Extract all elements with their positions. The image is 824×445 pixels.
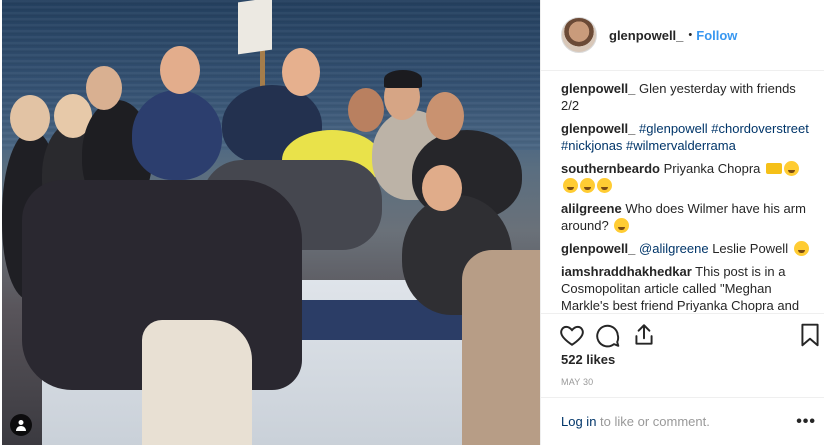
action-bar [541, 313, 824, 353]
thinking-emoji-icon [614, 218, 630, 233]
comment-mention[interactable]: @alilgreene [635, 241, 709, 256]
avatar[interactable] [561, 17, 597, 53]
comment-username[interactable]: southernbeardo [561, 161, 660, 176]
comment-text: Priyanka Chopra [659, 161, 765, 176]
comment-hashtags: glenpowell_ #glenpowell #chordoverstreet… [561, 120, 813, 154]
person-4-head [160, 46, 200, 94]
person-3-head [86, 66, 122, 110]
person-7-cap [384, 70, 422, 88]
crown-emoji-icon [766, 163, 783, 174]
person-6-head [348, 88, 384, 132]
astonished-emoji-icon [580, 178, 595, 193]
comment-username[interactable]: alilgreene [561, 201, 622, 216]
comment-icon[interactable] [595, 322, 621, 348]
heart-icon[interactable] [559, 322, 585, 348]
tan-throw [462, 250, 540, 445]
comment-item: iamshraddhakhedkar This post is in a Cos… [561, 263, 813, 312]
comment-username[interactable]: iamshraddhakhedkar [561, 264, 692, 279]
astonished-emoji-icon [563, 178, 578, 193]
header-username[interactable]: glenpowell_ [609, 28, 683, 43]
knit-blanket [142, 320, 252, 445]
follow-button[interactable]: Follow [696, 28, 737, 43]
more-options-icon[interactable]: ••• [796, 413, 816, 431]
login-prompt-text: to like or comment. [596, 414, 710, 429]
comment-caption: glenpowell_ Glen yesterday with friends … [561, 80, 813, 114]
share-icon[interactable] [631, 322, 657, 348]
post-photo[interactable] [2, 0, 540, 445]
comment-text: Leslie Powell [708, 241, 792, 256]
comment-item: alilgreene Who does Wilmer have his arm … [561, 200, 813, 234]
person-5-head [282, 48, 320, 96]
person-1-head [10, 95, 50, 141]
login-link[interactable]: Log in [561, 414, 596, 429]
follow-separator: • [688, 29, 693, 41]
comment-username[interactable]: glenpowell_ [561, 81, 635, 96]
likes-count[interactable]: 522 likes [561, 352, 615, 367]
comment-item: glenpowell_ @alilgreene Leslie Powell [561, 240, 813, 257]
person-icon [16, 420, 26, 431]
flag [238, 0, 272, 55]
bookmark-icon[interactable] [797, 322, 823, 348]
astonished-emoji-icon [597, 178, 612, 193]
comment-username[interactable]: glenpowell_ [561, 121, 635, 136]
person-9-head [422, 165, 462, 211]
comments-list[interactable]: glenpowell_ Glen yesterday with friends … [561, 80, 813, 312]
post-header: glenpowell_ • Follow [541, 0, 824, 71]
user-tag-button[interactable] [10, 414, 32, 436]
comment-username[interactable]: glenpowell_ [561, 241, 635, 256]
person-8-head [426, 92, 464, 140]
post-side-panel: glenpowell_ • Follow glenpowell_ Glen ye… [540, 0, 824, 445]
astonished-emoji-icon [784, 161, 800, 176]
comment-item: southernbeardo Priyanka Chopra [561, 160, 813, 194]
login-bar: Log in to like or comment. [541, 397, 824, 445]
person-4 [132, 90, 222, 180]
post-date: MAY 30 [561, 377, 594, 387]
smile-emoji-icon [793, 241, 809, 256]
